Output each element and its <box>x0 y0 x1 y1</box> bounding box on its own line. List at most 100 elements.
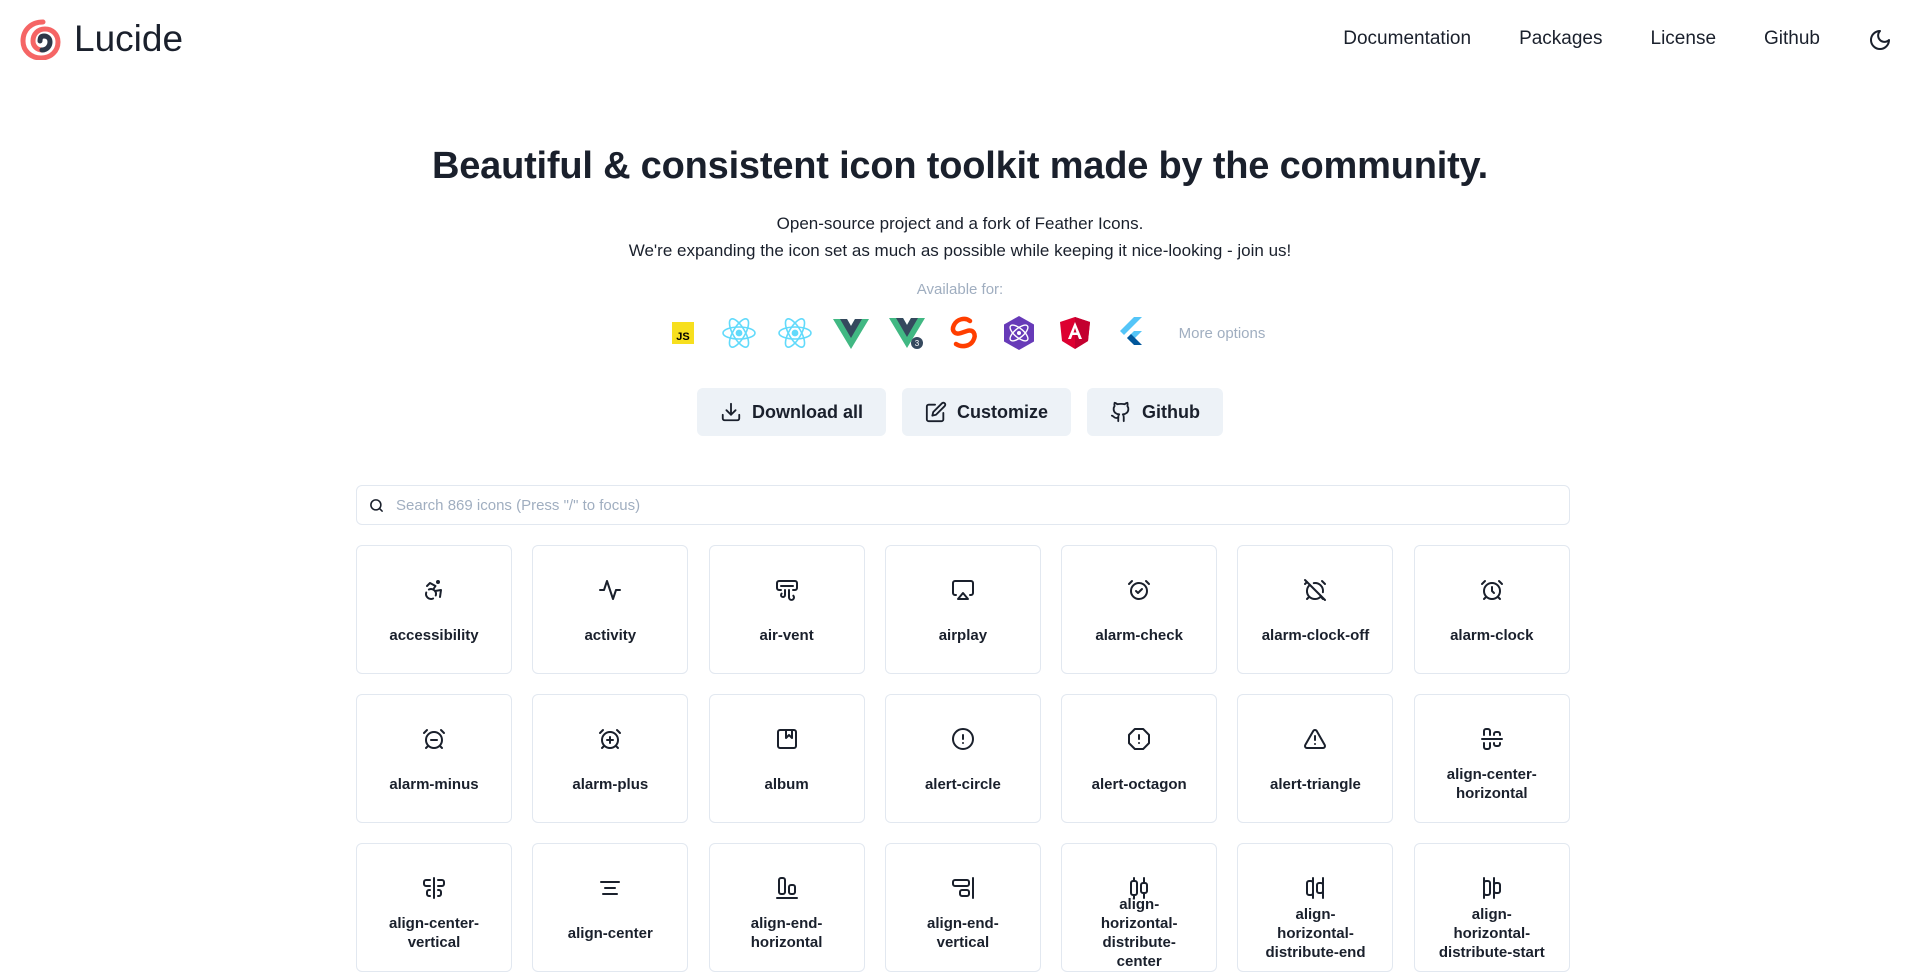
icon-card[interactable]: align-horizontal-distribute-center <box>1061 843 1218 972</box>
github-icon <box>1110 401 1130 423</box>
icon-card-label: alert-octagon <box>1091 775 1187 793</box>
align-center-vertical-icon <box>423 877 445 899</box>
icon-card[interactable]: alarm-plus <box>532 694 689 823</box>
more-options-link[interactable]: More options <box>1179 325 1266 342</box>
nav-documentation[interactable]: Documentation <box>1343 28 1471 50</box>
alarm-minus-icon <box>423 729 445 749</box>
icon-card[interactable]: align-horizontal-distribute-start <box>1413 843 1570 972</box>
icon-card[interactable]: align-horizontal-distribute-end <box>1237 843 1394 972</box>
icon-card-label: align-end-vertical <box>927 915 999 951</box>
icon-card-label: airplay <box>938 626 988 644</box>
alert-circle-icon <box>951 728 974 750</box>
align-end-vertical-icon <box>951 877 974 899</box>
customize-button[interactable]: Customize <box>902 388 1072 436</box>
icon-card-label: accessibility <box>389 626 479 644</box>
main-nav: Documentation Packages License Github <box>1343 28 1820 50</box>
vue-icon[interactable] <box>829 313 873 353</box>
search-bar <box>356 485 1570 525</box>
icon-card[interactable]: align-end-vertical <box>884 843 1041 972</box>
icon-card-label: activity <box>584 626 637 644</box>
site-header: Lucide Documentation Packages License Gi… <box>0 0 1920 78</box>
react-native-icon[interactable] <box>773 313 817 353</box>
hero-subtitle-line-1: Open-source project and a fork of Feathe… <box>776 214 1144 233</box>
nav-license[interactable]: License <box>1651 28 1717 50</box>
icon-card[interactable]: align-end-horizontal <box>708 843 865 972</box>
alert-octagon-icon <box>1128 728 1151 750</box>
icon-card-label: alarm-minus <box>389 775 479 793</box>
album-icon <box>776 729 797 749</box>
icon-card[interactable]: alert-octagon <box>1061 694 1218 823</box>
icon-card[interactable]: align-center-horizontal <box>1413 694 1570 823</box>
icon-card[interactable]: alert-triangle <box>1237 694 1394 823</box>
moon-icon[interactable] <box>1868 28 1892 52</box>
alarm-clock-icon <box>1480 580 1503 600</box>
icon-card-label: alarm-clock-off <box>1261 626 1370 644</box>
icon-card[interactable]: air-vent <box>708 545 865 674</box>
accessibility-icon <box>425 580 442 600</box>
icon-card[interactable]: album <box>708 694 865 823</box>
air-vent-icon <box>775 580 798 601</box>
icon-card[interactable]: alert-circle <box>884 694 1041 823</box>
hero-subtitle-line-2: We're expanding the icon set as much as … <box>628 241 1292 260</box>
icon-card[interactable]: alarm-minus <box>356 694 512 823</box>
icon-card[interactable]: align-center-vertical <box>356 843 512 972</box>
align-end-horizontal-icon <box>775 877 798 899</box>
page-title: Beautiful & consistent icon toolkit made… <box>431 145 1489 187</box>
js-icon[interactable]: JS <box>661 313 705 353</box>
action-buttons: Download all Customize Github <box>0 388 1920 436</box>
icon-card-label: alert-circle <box>924 775 1001 793</box>
svg-text:JS: JS <box>676 331 689 343</box>
search-input[interactable] <box>396 496 1496 514</box>
align-horizontal-distribute-end-icon <box>1306 877 1325 899</box>
activity-icon <box>599 580 622 600</box>
icon-card-label: air-vent <box>759 626 814 644</box>
vue3-icon[interactable]: 3 <box>885 313 929 353</box>
icon-card[interactable]: activity <box>532 545 689 674</box>
nav-packages[interactable]: Packages <box>1519 28 1602 50</box>
customize-label: Customize <box>957 401 1049 422</box>
svg-text:3: 3 <box>914 339 919 348</box>
framework-list: JS 3 More options <box>0 313 1920 353</box>
align-center-horizontal-icon <box>1480 728 1503 750</box>
icon-card[interactable]: airplay <box>884 545 1041 674</box>
alarm-clock-off-icon <box>1304 579 1327 601</box>
alert-triangle-icon <box>1304 729 1327 750</box>
flutter-icon[interactable] <box>1109 313 1153 353</box>
icon-card[interactable]: alarm-clock-off <box>1237 545 1394 674</box>
icon-card[interactable]: alarm-check <box>1061 545 1218 674</box>
github-label: Github <box>1142 401 1200 422</box>
icon-card-label: align-center-horizontal <box>1446 766 1537 802</box>
download-all-button[interactable]: Download all <box>696 388 886 436</box>
icon-card-label: align-center <box>567 924 653 942</box>
github-button[interactable]: Github <box>1087 388 1223 436</box>
angular-icon[interactable] <box>1053 313 1097 353</box>
lucide-logo-icon <box>20 19 61 60</box>
icon-card-label: align-end-horizontal <box>750 915 823 951</box>
airplay-icon <box>951 580 974 600</box>
icon-card-label: alarm-check <box>1095 626 1183 644</box>
icon-card[interactable]: accessibility <box>356 545 512 674</box>
icon-card-label: alarm-clock <box>1450 626 1534 644</box>
hero-subtitle: Open-source project and a fork of Feathe… <box>0 210 1920 264</box>
react-icon[interactable] <box>717 313 761 353</box>
download-icon <box>721 402 741 422</box>
hero-section: Beautiful & consistent icon toolkit made… <box>0 145 1920 298</box>
logo[interactable]: Lucide <box>20 18 183 60</box>
icon-card-label: align-horizontal-distribute-center <box>1100 896 1178 970</box>
icon-grid: accessibility activity air-vent airplay … <box>356 545 1570 972</box>
svelte-icon[interactable] <box>941 313 985 353</box>
alarm-check-icon <box>1128 580 1151 600</box>
icon-card-label: album <box>764 775 809 793</box>
download-all-label: Download all <box>751 401 863 422</box>
available-for-label: Available for: <box>916 281 1004 298</box>
icon-card-label: alarm-plus <box>572 775 649 793</box>
align-horizontal-distribute-start-icon <box>1482 877 1501 899</box>
icon-card[interactable]: alarm-clock <box>1413 545 1570 674</box>
icon-card[interactable]: align-center <box>532 843 689 972</box>
nav-github[interactable]: Github <box>1764 28 1820 50</box>
icon-card-label: align-center-vertical <box>388 915 479 951</box>
icon-card-label: alert-triangle <box>1270 775 1361 793</box>
edit-icon <box>925 401 947 423</box>
alarm-plus-icon <box>599 729 622 749</box>
preact-icon[interactable] <box>997 313 1041 353</box>
